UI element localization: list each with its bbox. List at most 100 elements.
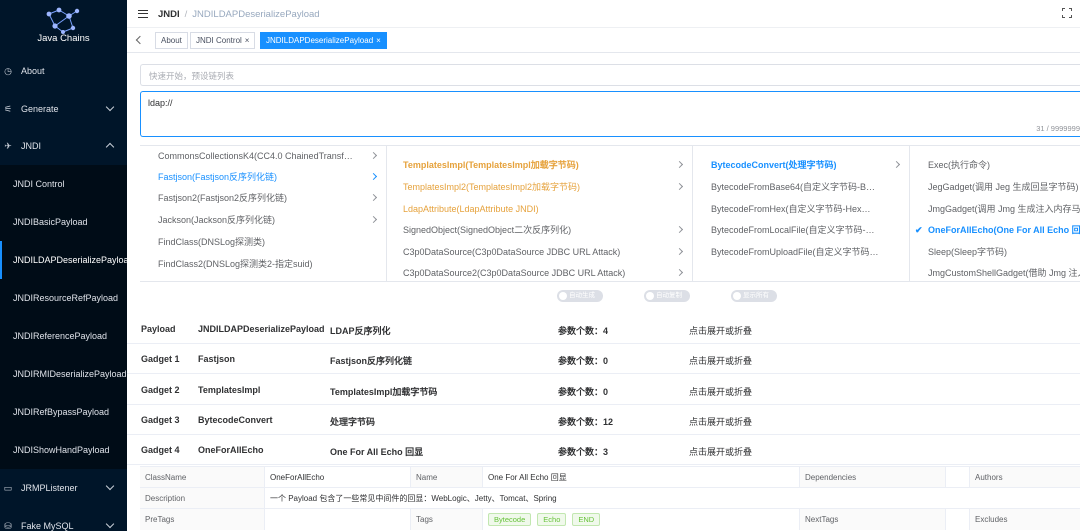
- cascader-option[interactable]: TemplatesImpl(TemplatesImpl加载字节码): [385, 155, 692, 175]
- chain-param-count: 参数个数：3: [558, 447, 609, 457]
- chain-row-gadget-3[interactable]: Gadget 3 BytecodeConvert 处理字节码 参数个数：12 点…: [127, 405, 1080, 435]
- cascader-column-4: Exec(执行命令) JegGadget(调用 Jeg 生成回显字节码) Jmg…: [910, 146, 1080, 281]
- option-label: C3p0DataSource2(C3p0DataSource JDBC URL …: [403, 268, 626, 278]
- cascader-option[interactable]: Sleep(Sleep字节码): [910, 242, 1080, 262]
- cascader-option[interactable]: SignedObject(SignedObject二次反序列化): [385, 220, 692, 240]
- chevron-right-icon: [675, 268, 684, 277]
- expand-toggle[interactable]: 点击展开或折叠: [689, 354, 752, 367]
- option-label: TemplatesImpl(TemplatesImpl加载字节码): [403, 160, 579, 170]
- expand-toggle[interactable]: 点击展开或折叠: [689, 415, 752, 428]
- chain-row-gadget-2[interactable]: Gadget 2 TemplatesImpl TemplatesImpl加载字节…: [127, 375, 1080, 405]
- expand-toggle[interactable]: 点击展开或折叠: [689, 385, 752, 398]
- classname-value: OneForAllEcho: [265, 467, 411, 488]
- option-label: Sleep(Sleep字节码): [928, 247, 1008, 257]
- option-label: BytecodeFromLocalFile(自定义字节码-本…: [711, 225, 879, 235]
- sidebar-item-jrmp-listener[interactable]: ▭ JRMPListener: [0, 469, 127, 507]
- sidebar-item-jndi-control[interactable]: JNDI Control: [0, 165, 127, 203]
- chevron-right-icon: [369, 172, 378, 181]
- chain-row-gadget-1[interactable]: Gadget 1 Fastjson Fastjson反序列化链 参数个数：0 点…: [127, 344, 1080, 374]
- show-all-switch[interactable]: 显示所有: [731, 290, 777, 302]
- description-label: Description: [140, 488, 265, 509]
- expand-toggle[interactable]: 点击展开或折叠: [689, 445, 752, 458]
- tag-jndi-ldap-deserialize-payload[interactable]: JNDILDAPDeserializePayload ×: [260, 32, 387, 49]
- nexttags-label: NextTags: [800, 509, 946, 530]
- cascader-option[interactable]: JegGadget(调用 Jeg 生成回显字节码): [910, 177, 1080, 197]
- tag-label: About: [161, 36, 182, 45]
- name-value: One For All Echo 回显: [483, 467, 800, 488]
- sidebar-item-about[interactable]: ◷ About: [0, 52, 127, 90]
- auto-copy-switch[interactable]: 自动复制: [644, 290, 690, 302]
- check-icon: ✔: [915, 225, 923, 235]
- cascader-option[interactable]: BytecodeFromUploadFile(自定义字节码-…: [693, 242, 909, 262]
- generate-icon: ⚟: [3, 103, 13, 114]
- chain-cascader: CommonsCollectionsK4(CC4.0 ChainedTransf…: [140, 145, 1080, 282]
- tag-about[interactable]: About: [155, 32, 188, 49]
- chain-param-count: 参数个数：0: [558, 356, 609, 366]
- breadcrumb-root[interactable]: JNDI: [158, 9, 180, 20]
- cascader-option[interactable]: Fastjson(Fastjson反序列化链): [140, 167, 386, 187]
- sidebar-item-jndi-rmi-deserialize-payload[interactable]: JNDIRMIDeserializePayload: [0, 355, 127, 393]
- chain-param-count: 参数个数：12: [558, 417, 614, 427]
- close-icon[interactable]: ×: [376, 36, 381, 45]
- option-label: FindClass2(DNSLog探测类2-指定suid): [158, 259, 313, 269]
- tag-badge: Echo: [537, 513, 567, 527]
- cascader-option[interactable]: Jackson(Jackson反序列化链): [140, 210, 386, 230]
- sidebar-item-label: JNDIShowHandPayload: [13, 445, 110, 455]
- cascader-option[interactable]: CommonsCollectionsK4(CC4.0 ChainedTransf…: [140, 146, 386, 166]
- sidebar-item-generate[interactable]: ⚟ Generate: [0, 90, 127, 128]
- breadcrumb: JNDI / JNDILDAPDeserializePayload: [158, 9, 320, 20]
- auto-generate-switch[interactable]: 自动生成: [557, 290, 603, 302]
- cascader-option[interactable]: FindClass2(DNSLog探测类2-指定suid): [140, 254, 386, 274]
- cascader-option[interactable]: BytecodeFromBase64(自定义字节码-Bas…: [693, 177, 909, 197]
- sidebar-item-jndi-reference-payload[interactable]: JNDIReferencePayload: [0, 317, 127, 355]
- sidebar-item-label: JNDILDAPDeserializePayload: [13, 255, 127, 265]
- cascader-option-selected[interactable]: ✔ OneForAllEcho(One For All Echo 回显): [910, 220, 1080, 240]
- chevron-right-icon: [675, 182, 684, 191]
- option-label: BytecodeFromHex(自定义字节码-Hex字符…: [711, 204, 879, 214]
- close-icon[interactable]: ×: [245, 36, 250, 45]
- chevron-down-icon: [105, 519, 115, 529]
- hamburger-icon[interactable]: [138, 10, 148, 18]
- preset-chain-search[interactable]: 快速开始，预设链列表: [140, 64, 1080, 86]
- tag-jndi-control[interactable]: JNDI Control ×: [190, 32, 256, 49]
- cascader-option[interactable]: BytecodeFromLocalFile(自定义字节码-本…: [693, 220, 909, 240]
- cascader-option[interactable]: Exec(执行命令): [910, 155, 1080, 175]
- switch-label: 自动复制: [656, 292, 682, 299]
- chain-row-gadget-4[interactable]: Gadget 4 OneForAllEcho One For All Echo …: [127, 435, 1080, 465]
- sidebar-item-jndi-ldap-deserialize-payload[interactable]: JNDILDAPDeserializePayload: [0, 241, 127, 279]
- sidebar: Java Chains ◷ About ⚟ Generate ✈ JNDI JN…: [0, 0, 127, 531]
- payload-input[interactable]: ldap:// 31 / 9999999: [140, 91, 1080, 137]
- chain-desc: TemplatesImpl加载字节码: [330, 387, 438, 397]
- sidebar-item-jndi-show-hand-payload[interactable]: JNDIShowHandPayload: [0, 431, 127, 469]
- cascader-option[interactable]: BytecodeConvert(处理字节码): [693, 155, 909, 175]
- chain-desc: One For All Echo 回显: [330, 447, 424, 457]
- cascader-option[interactable]: TemplatesImpl2(TemplatesImpl2加载字节码): [385, 177, 692, 197]
- sidebar-item-jndi-basic-payload[interactable]: JNDIBasicPayload: [0, 203, 127, 241]
- sidebar-item-label: JNDIResourceRefPayload: [13, 293, 119, 303]
- sidebar-item-jndi-ref-bypass-payload[interactable]: JNDIRefBypassPayload: [0, 393, 127, 431]
- pretags-label: PreTags: [140, 509, 265, 530]
- header: JNDI / JNDILDAPDeserializePayload: [127, 0, 1080, 28]
- cascader-option[interactable]: FindClass(DNSLog探测类): [140, 232, 386, 252]
- chain-param-count: 参数个数：4: [558, 326, 609, 336]
- cascader-option[interactable]: JmgGadget(调用 Jmg 生成注入内存马字节码): [910, 199, 1080, 219]
- cascader-option[interactable]: Fastjson2(Fastjson2反序列化链): [140, 188, 386, 208]
- cascader-option[interactable]: JmgCustomShellGadget(借助 Jmg 注入自定义内存马): [910, 263, 1080, 281]
- expand-toggle[interactable]: 点击展开或折叠: [689, 324, 752, 337]
- chevron-left-icon[interactable]: [135, 35, 145, 45]
- cascader-option[interactable]: C3p0DataSource2(C3p0DataSource JDBC URL …: [385, 263, 692, 281]
- cascader-option[interactable]: C3p0DataSource(C3p0DataSource JDBC URL A…: [385, 242, 692, 262]
- chain-row-payload[interactable]: Payload JNDILDAPDeserializePayload LDAP反…: [127, 314, 1080, 344]
- chain-param-count: 参数个数：0: [558, 387, 609, 397]
- clock-icon: ◷: [4, 65, 12, 76]
- sidebar-item-fake-mysql[interactable]: ⛁ Fake MySQL: [0, 507, 127, 531]
- cascader-option[interactable]: LdapAttribute(LdapAttribute JNDI): [385, 199, 692, 219]
- cascader-option[interactable]: BytecodeFromHex(自定义字节码-Hex字符…: [693, 199, 909, 219]
- sidebar-item-jndi-resource-ref-payload[interactable]: JNDIResourceRefPayload: [0, 279, 127, 317]
- logo: Java Chains: [0, 0, 127, 52]
- fullscreen-icon[interactable]: [1062, 8, 1072, 18]
- switch-label: 显示所有: [743, 292, 769, 299]
- option-label: JmgGadget(调用 Jmg 生成注入内存马字节码): [928, 204, 1080, 214]
- logo-icon: [46, 7, 80, 34]
- sidebar-item-jndi[interactable]: ✈ JNDI: [0, 127, 127, 165]
